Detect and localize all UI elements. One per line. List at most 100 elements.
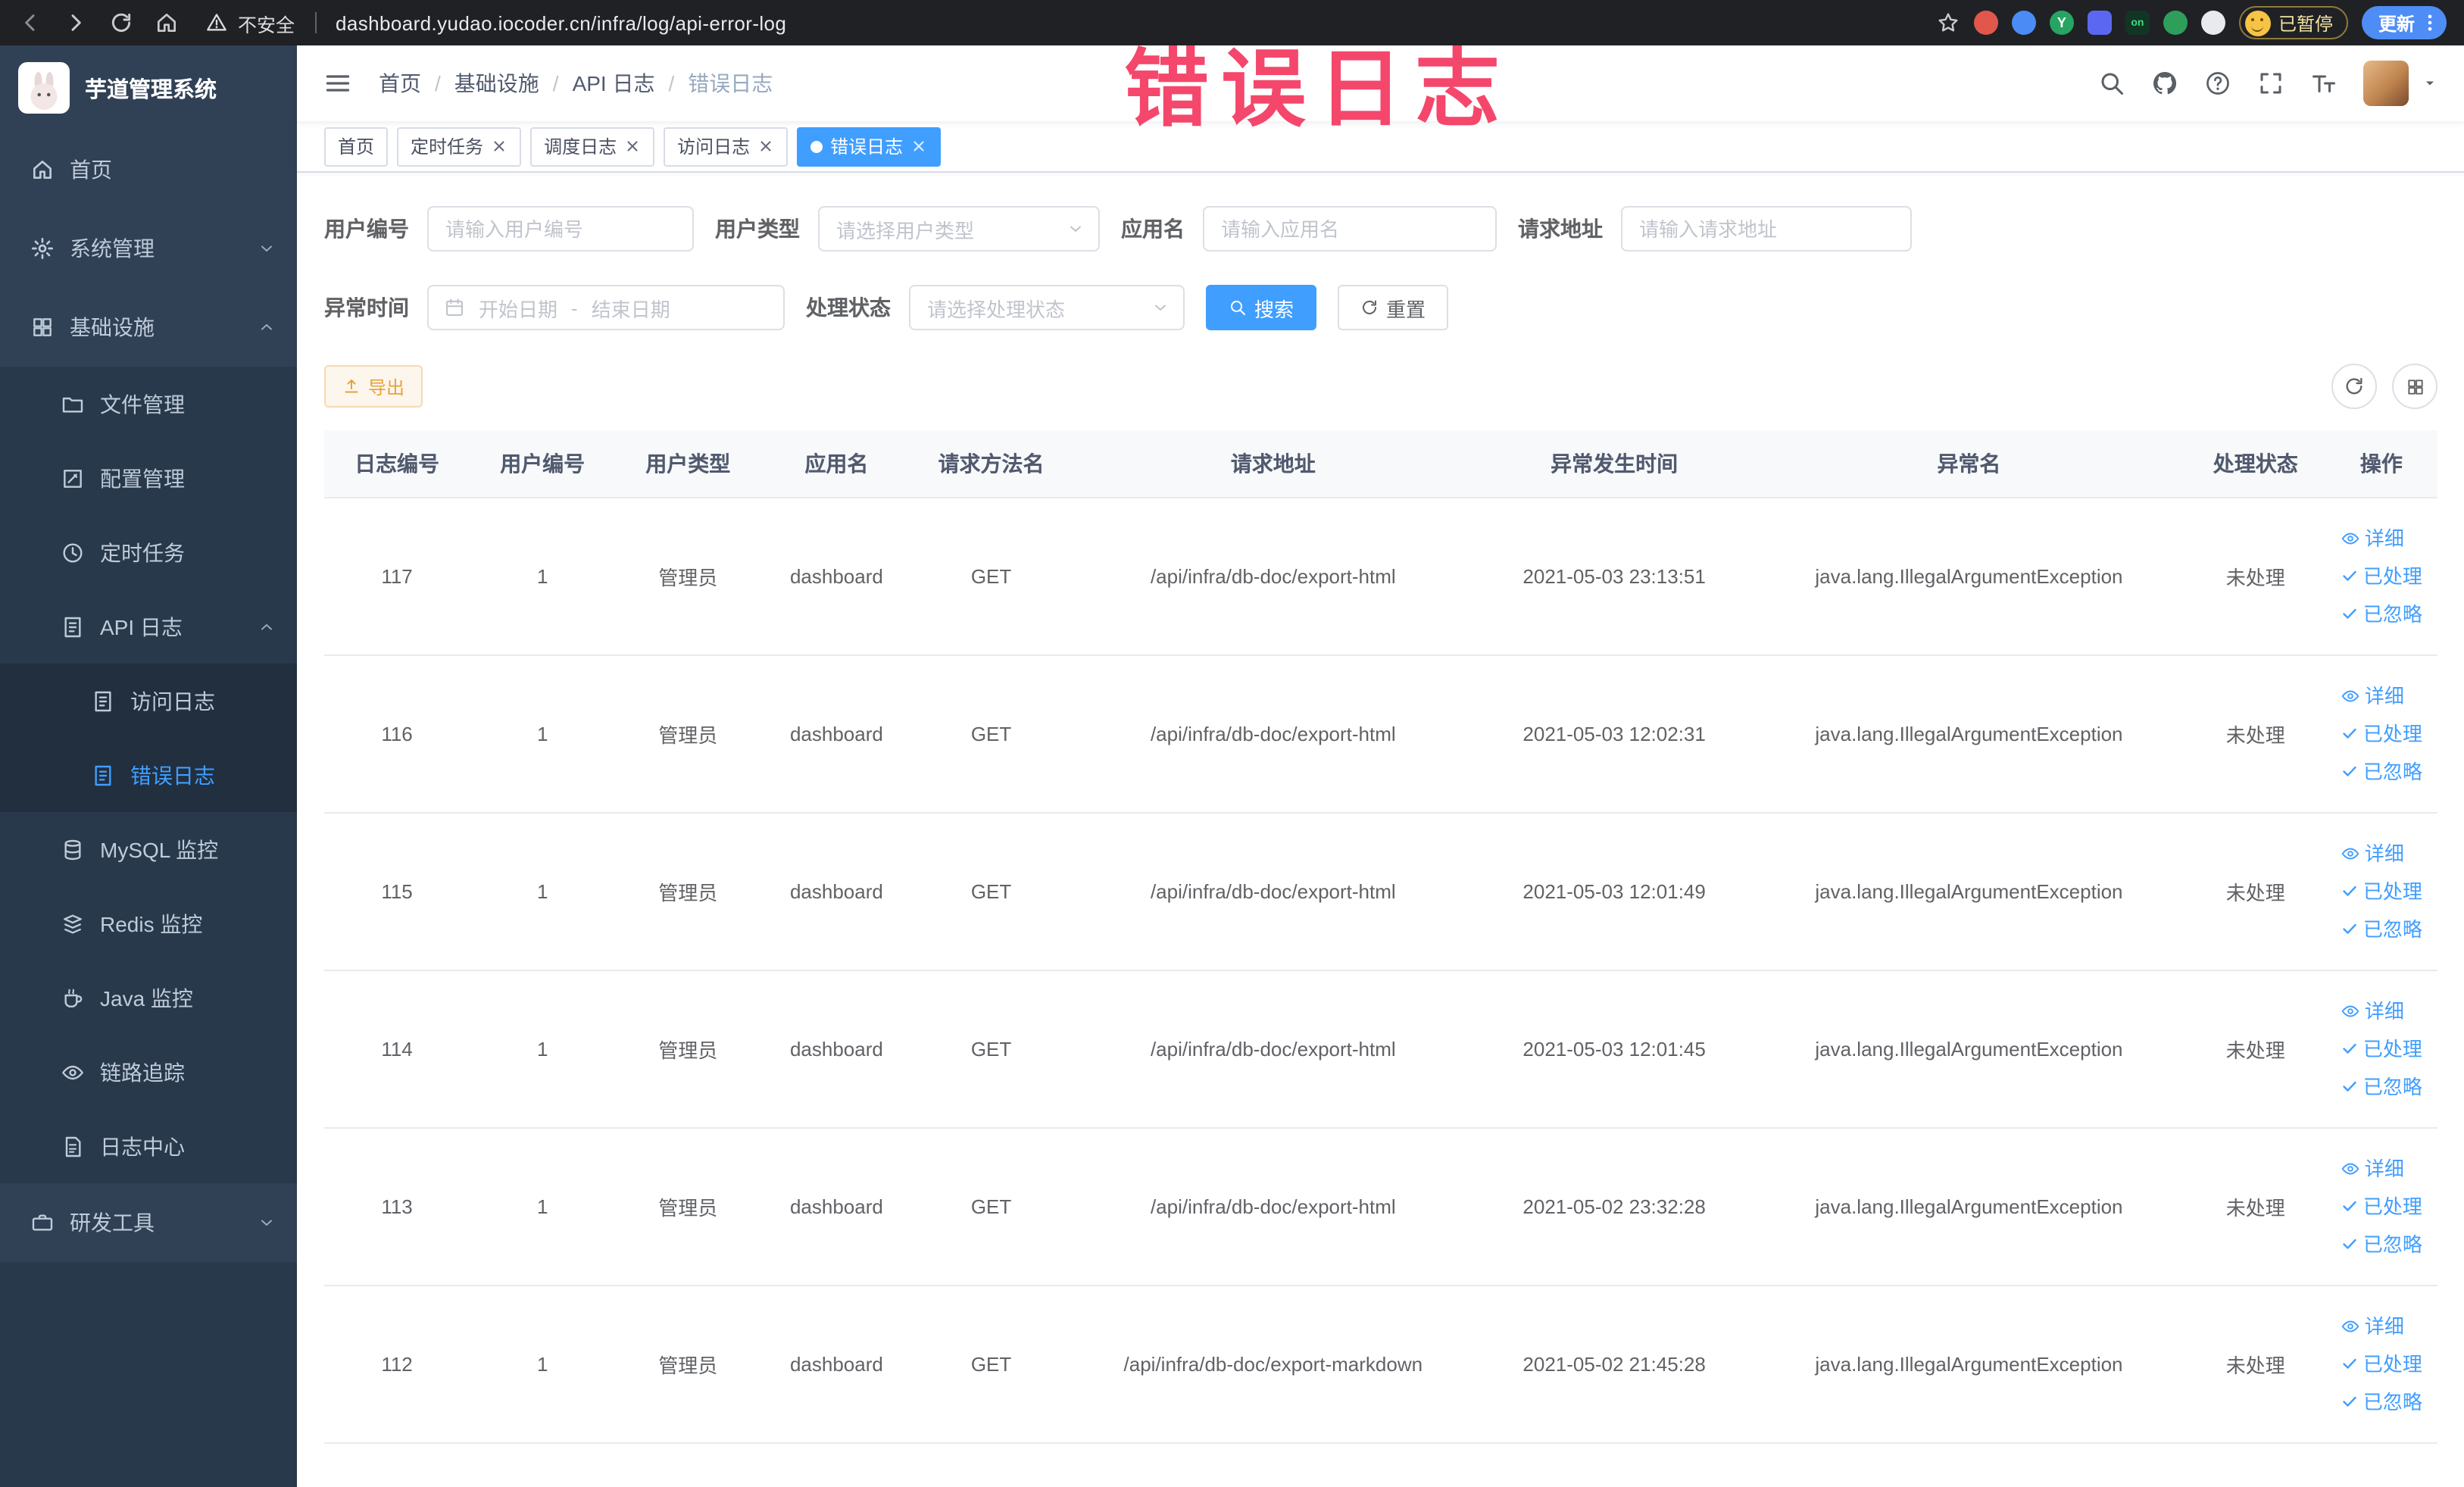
sidebar-item-file-manage[interactable]: 文件管理 (0, 367, 297, 441)
sidebar-item-label: 链路追踪 (100, 1060, 185, 1084)
chrome-update-button[interactable]: 更新 (2361, 6, 2447, 39)
search-button[interactable]: 搜索 (1206, 285, 1317, 330)
action-ignored[interactable]: 已忽略 (2341, 1382, 2422, 1420)
action-processed[interactable]: 已处理 (2341, 872, 2422, 910)
kebab-menu-icon[interactable] (2419, 12, 2441, 33)
action-processed[interactable]: 已处理 (2341, 1345, 2422, 1382)
cell-request-url: /api/infra/db-doc/export-html (1070, 1127, 1476, 1286)
logo[interactable]: 芋道管理系统 (0, 45, 297, 130)
eye-icon (2341, 528, 2360, 548)
sidebar-item-dev-tools[interactable]: 研发工具 (0, 1183, 297, 1262)
action-processed[interactable]: 已处理 (2341, 557, 2422, 595)
action-ignored[interactable]: 已忽略 (2341, 1225, 2422, 1263)
browser-nav-buttons (18, 11, 179, 35)
help-icon[interactable] (2204, 70, 2231, 97)
address-bar[interactable]: 不安全 dashboard.yudao.iocoder.cn/infra/log… (206, 8, 786, 37)
app-name-input[interactable] (1203, 206, 1497, 251)
tab-access-log[interactable]: 访问日志 (664, 127, 789, 166)
hamburger-icon[interactable] (324, 70, 351, 97)
action-detail[interactable]: 详细 (2341, 992, 2422, 1029)
sidebar-item-home[interactable]: 首页 (0, 130, 297, 209)
user-type-select[interactable]: 请选择用户类型 (818, 206, 1100, 251)
export-button[interactable]: 导出 (324, 365, 423, 408)
extension-icon-3[interactable]: Y (2049, 11, 2074, 35)
user-id-input[interactable] (427, 206, 694, 251)
action-ignored[interactable]: 已忽略 (2341, 910, 2422, 948)
request-url-input[interactable] (1621, 206, 1912, 251)
cell-status: 未处理 (2185, 497, 2325, 655)
font-size-icon[interactable] (2310, 70, 2338, 97)
profile-paused-chip[interactable]: 已暂停 (2238, 6, 2348, 39)
avatar[interactable] (2363, 61, 2409, 106)
sidebar-item-redis-monitor[interactable]: Redis 监控 (0, 886, 297, 961)
reload-icon[interactable] (109, 11, 133, 35)
tab-error-log[interactable]: 错误日志 (797, 127, 942, 166)
home-icon[interactable] (155, 11, 179, 35)
header-user-id: 用户编号 (470, 430, 616, 498)
cell-app-name: dashboard (760, 812, 913, 970)
cell-user-id: 1 (470, 812, 616, 970)
action-ignored[interactable]: 已忽略 (2341, 1067, 2422, 1105)
refresh-button[interactable] (2331, 364, 2377, 409)
check-icon (2341, 1235, 2359, 1253)
filter-user-type: 用户类型 请选择用户类型 (715, 206, 1100, 251)
tab-home[interactable]: 首页 (324, 127, 389, 166)
action-ignored[interactable]: 已忽略 (2341, 595, 2422, 633)
close-icon[interactable] (757, 138, 774, 155)
extension-icon-4[interactable] (2087, 11, 2112, 35)
sidebar-item-system[interactable]: 系统管理 (0, 209, 297, 288)
github-icon[interactable] (2151, 70, 2178, 97)
date-range-picker[interactable]: 开始日期 - 结束日期 (427, 285, 785, 330)
sidebar-item-access-log[interactable]: 访问日志 (0, 664, 297, 738)
search-icon[interactable] (2098, 70, 2125, 97)
action-detail[interactable]: 详细 (2341, 519, 2422, 557)
extension-icon-5[interactable]: on (2125, 11, 2150, 35)
sidebar-item-trace[interactable]: 链路追踪 (0, 1035, 297, 1109)
close-icon[interactable] (910, 138, 927, 155)
tab-schedule-log[interactable]: 调度日志 (530, 127, 655, 166)
action-processed[interactable]: 已处理 (2341, 1029, 2422, 1067)
tab-label: 访问日志 (677, 136, 751, 158)
sidebar-item-error-log[interactable]: 错误日志 (0, 738, 297, 812)
back-icon[interactable] (18, 11, 42, 35)
status-select[interactable]: 请选择处理状态 (909, 285, 1185, 330)
sidebar-item-log-center[interactable]: 日志中心 (0, 1109, 297, 1183)
breadcrumb-home[interactable]: 首页 (379, 68, 421, 98)
action-processed[interactable]: 已处理 (2341, 714, 2422, 752)
refresh-icon (2344, 376, 2365, 397)
caret-down-icon[interactable] (2422, 76, 2437, 91)
reset-button[interactable]: 重置 (1338, 285, 1449, 330)
action-detail[interactable]: 详细 (2341, 676, 2422, 714)
forward-icon[interactable] (64, 11, 88, 35)
tab-scheduled-task[interactable]: 定时任务 (397, 127, 522, 166)
breadcrumb-api-log[interactable]: API 日志 (573, 68, 655, 98)
home-icon (30, 158, 55, 182)
action-ignored[interactable]: 已忽略 (2341, 752, 2422, 790)
sidebar-item-api-log[interactable]: API 日志 (0, 589, 297, 664)
page-content: 用户编号 用户类型 请选择用户类型 应用名 (297, 173, 2464, 1487)
action-processed[interactable]: 已处理 (2341, 1187, 2422, 1225)
extension-icon-6[interactable] (2163, 11, 2188, 35)
extension-icon-1[interactable] (1973, 11, 1998, 35)
breadcrumb-infra[interactable]: 基础设施 (454, 68, 539, 98)
action-detail[interactable]: 详细 (2341, 1149, 2422, 1187)
cell-app-name: dashboard (760, 1285, 913, 1443)
url-text[interactable]: dashboard.yudao.iocoder.cn/infra/log/api… (336, 11, 786, 34)
fullscreen-icon[interactable] (2257, 70, 2284, 97)
sidebar-item-scheduled-task[interactable]: 定时任务 (0, 515, 297, 589)
cell-exception-time: 2021-05-02 21:45:28 (1476, 1285, 1753, 1443)
close-icon[interactable] (491, 138, 507, 155)
sidebar-item-label: 首页 (70, 158, 112, 182)
sidebar-item-infra[interactable]: 基础设施 (0, 288, 297, 367)
close-icon[interactable] (624, 138, 641, 155)
action-detail[interactable]: 详细 (2341, 834, 2422, 872)
sidebar-item-java-monitor[interactable]: Java 监控 (0, 961, 297, 1035)
extension-icon-7[interactable] (2200, 11, 2225, 35)
column-settings-button[interactable] (2392, 364, 2437, 409)
sidebar-item-config-manage[interactable]: 配置管理 (0, 441, 297, 515)
bookmark-star-icon[interactable] (1936, 11, 1960, 35)
paused-label: 已暂停 (2278, 13, 2333, 34)
extension-icon-2[interactable] (2011, 11, 2036, 35)
sidebar-item-mysql-monitor[interactable]: MySQL 监控 (0, 812, 297, 886)
action-detail[interactable]: 详细 (2341, 1307, 2422, 1345)
